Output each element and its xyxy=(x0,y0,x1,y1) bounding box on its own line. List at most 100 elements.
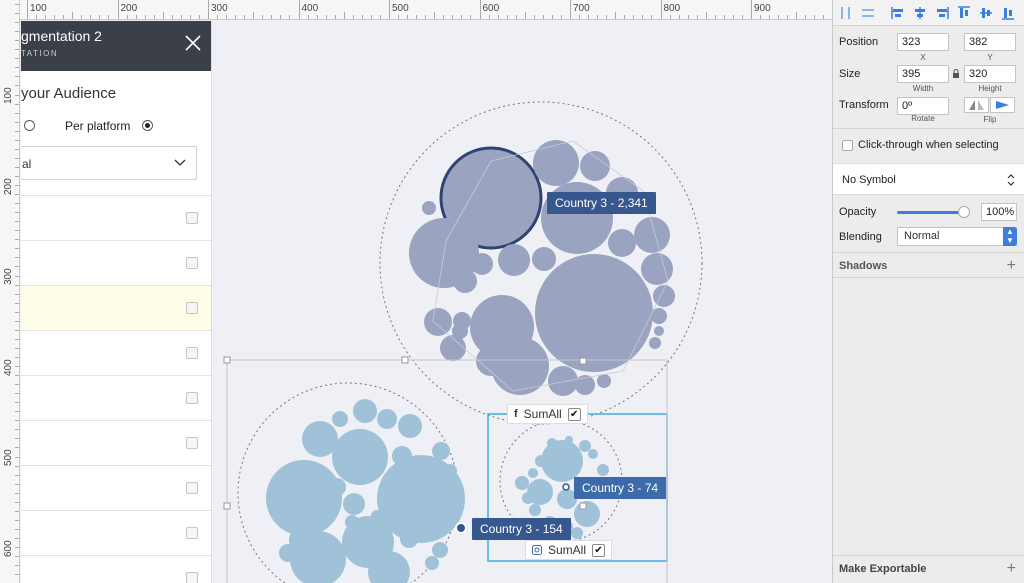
list-item[interactable] xyxy=(21,195,211,240)
opacity-field[interactable]: 100% xyxy=(981,203,1017,221)
x-field[interactable]: 323 xyxy=(897,33,949,51)
row-checkbox[interactable] xyxy=(186,527,198,539)
align-top-icon[interactable] xyxy=(957,6,971,20)
ruler-tick xyxy=(15,257,19,259)
bubble xyxy=(535,254,653,372)
ruler-left-label: 200 xyxy=(3,177,14,195)
flip-horizontal-button[interactable] xyxy=(964,97,989,113)
width-field[interactable]: 395 xyxy=(897,65,949,83)
opacity-slider-track[interactable] xyxy=(897,211,963,214)
sumall-label-lower: SumAll xyxy=(548,543,587,557)
row-checkbox[interactable] xyxy=(186,257,198,269)
ruler-tick xyxy=(560,15,562,19)
list-item[interactable] xyxy=(21,420,211,465)
radio-option-left[interactable] xyxy=(24,120,35,131)
height-field[interactable]: 320 xyxy=(964,65,1016,83)
ruler-tick xyxy=(27,0,28,19)
close-icon[interactable] xyxy=(184,34,202,52)
ruler-tick xyxy=(15,429,19,431)
row-checkbox[interactable] xyxy=(186,437,198,449)
panel-subtitle: TATION xyxy=(21,49,59,58)
sumall-checkbox-lower[interactable]: ✔ xyxy=(592,543,606,557)
ruler-tick xyxy=(15,275,19,277)
sumall-chip-lower[interactable]: SumAll ✔ xyxy=(525,540,613,560)
align-bottom-icon[interactable] xyxy=(1001,6,1015,20)
ruler-tick xyxy=(15,565,19,567)
divider xyxy=(833,555,1024,556)
blending-select[interactable]: Normal ▲ ▼ xyxy=(897,227,1017,246)
clickthrough-checkbox[interactable] xyxy=(842,140,853,151)
align-left-icon[interactable] xyxy=(891,6,905,20)
list-item[interactable] xyxy=(21,510,211,555)
row-checkbox[interactable] xyxy=(186,347,198,359)
ruler-tick xyxy=(542,15,544,19)
ruler-tick xyxy=(15,203,19,205)
flip-caption: Flip xyxy=(983,115,997,124)
clickthrough-label: Click-through when selecting xyxy=(858,139,999,151)
bubble xyxy=(425,556,439,570)
sumall-chip-upper[interactable]: f SumAll ✔ xyxy=(507,404,588,424)
list-item[interactable] xyxy=(21,330,211,375)
ruler-tick xyxy=(343,12,345,19)
ruler-tick xyxy=(316,15,318,19)
flip-vertical-button[interactable] xyxy=(990,97,1015,113)
align-center-icon[interactable] xyxy=(913,6,927,20)
inspector-panel: Position 323 382 X Y Size 395 320 Width … xyxy=(832,0,1024,583)
opacity-slider-handle[interactable] xyxy=(958,206,970,218)
add-export-button[interactable]: + xyxy=(1007,561,1016,577)
resize-handle xyxy=(223,356,231,364)
ruler-tick xyxy=(334,15,336,19)
ruler-tick xyxy=(15,384,19,386)
instagram-icon xyxy=(532,545,542,555)
distribute-vertical-icon[interactable] xyxy=(861,6,875,20)
tooltip-country-right: Country 3 - 74 xyxy=(574,477,667,499)
row-checkbox[interactable] xyxy=(186,392,198,404)
bubble xyxy=(532,247,556,271)
artboard-preview-panel: gmentation 2 TATION your Audience Per pl… xyxy=(21,21,212,583)
distribute-horizontal-icon[interactable] xyxy=(839,6,853,20)
bubble xyxy=(547,438,557,448)
ruler-tick xyxy=(15,510,19,512)
ruler-tick xyxy=(379,15,381,19)
row-checkbox[interactable] xyxy=(186,482,198,494)
list-item[interactable] xyxy=(21,240,211,285)
ruler-tick xyxy=(15,112,19,114)
ruler-tick xyxy=(15,121,19,123)
ruler-tick xyxy=(15,556,19,558)
list-item[interactable] xyxy=(21,555,211,583)
align-middle-icon[interactable] xyxy=(979,6,993,20)
add-shadow-button[interactable]: + xyxy=(1007,258,1016,274)
ruler-tick xyxy=(15,375,19,377)
ruler-tick xyxy=(15,547,19,548)
ruler-tick xyxy=(15,302,19,304)
ruler-left-label: 500 xyxy=(3,449,14,466)
list-item[interactable] xyxy=(21,465,211,510)
bubble xyxy=(266,460,342,536)
list-item[interactable] xyxy=(21,375,211,420)
rotate-field[interactable]: 0º xyxy=(897,97,949,115)
ruler-tick xyxy=(624,15,626,19)
bubble xyxy=(597,374,611,388)
row-checkbox[interactable] xyxy=(186,572,198,583)
ruler-tick xyxy=(15,40,19,42)
updown-chevron-icon: ▲ ▼ xyxy=(1003,227,1017,246)
symbol-select[interactable]: No Symbol xyxy=(833,163,1024,195)
per-platform-radio[interactable] xyxy=(142,120,153,131)
bubble xyxy=(641,253,673,285)
ruler-tick xyxy=(298,0,300,19)
ruler-tick xyxy=(135,15,137,19)
design-canvas[interactable]: Country 3 - 2,341 Country 3 - 74 Country… xyxy=(213,21,832,583)
list-item[interactable] xyxy=(21,285,211,330)
row-checkbox[interactable] xyxy=(186,212,198,224)
audience-select[interactable]: al xyxy=(21,146,197,180)
lock-icon[interactable] xyxy=(952,69,960,78)
y-field[interactable]: 382 xyxy=(964,33,1016,51)
sumall-checkbox-upper[interactable]: ✔ xyxy=(567,407,581,421)
ruler-tick xyxy=(533,15,535,19)
bubble xyxy=(608,229,636,257)
ruler-tick xyxy=(15,528,19,530)
ruler-top-label: 900 xyxy=(754,3,771,14)
align-right-icon[interactable] xyxy=(935,6,949,20)
row-checkbox[interactable] xyxy=(186,302,198,314)
bubble xyxy=(541,440,583,482)
